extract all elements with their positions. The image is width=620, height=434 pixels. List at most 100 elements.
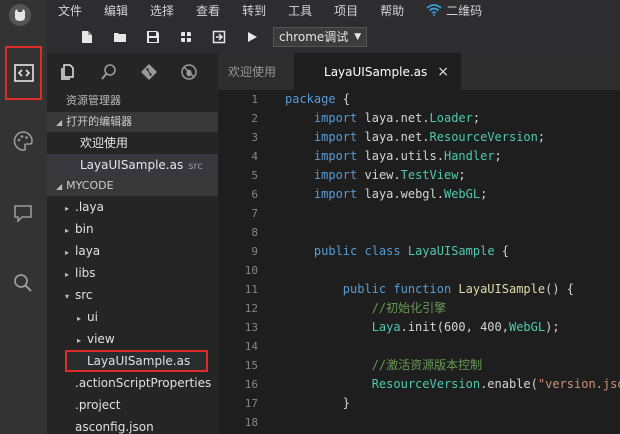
tree-item[interactable]: .actionScriptProperties — [47, 372, 218, 394]
line-number: 2 — [251, 112, 258, 125]
explorer-sidebar: 资源管理器 ◢ 打开的编辑器 欢迎使用 LayaUISample.as src ◢ M… — [47, 53, 218, 434]
tree-item[interactable]: ▸ .laya — [47, 196, 218, 218]
tree-item[interactable]: ▾ src — [47, 284, 218, 306]
tree-item[interactable]: ▸ bin — [47, 218, 218, 240]
line-number: 7 — [251, 207, 258, 220]
code-token: LayaUISample — [458, 282, 546, 296]
tree-item-label: ui — [87, 310, 98, 324]
laya-logo-icon — [9, 4, 31, 26]
code-token: ; — [458, 168, 466, 182]
line-number: 4 — [251, 150, 258, 163]
tab-welcome[interactable]: 欢迎使用 — [218, 53, 286, 90]
menu-edit[interactable]: 编辑 — [93, 2, 139, 19]
code-token: Handler — [443, 149, 495, 163]
sidebar-toolbar — [47, 53, 218, 90]
open-folder-button[interactable] — [108, 25, 132, 49]
menu-help[interactable]: 帮助 — [369, 2, 415, 19]
code-token: ; — [494, 149, 502, 163]
code-token: public function — [342, 282, 452, 296]
tree-item[interactable]: ▸ ui — [47, 306, 218, 328]
line-number-gutter: 1 2 3 4 5 6 7 8 9 10 11 12 13 14 15 16 17 18 — [218, 90, 268, 432]
code-editor[interactable]: 1 2 3 4 5 6 7 8 9 10 11 12 13 14 15 16 17 18 package { im… — [218, 90, 620, 434]
code-view-icon[interactable] — [5, 46, 42, 100]
git-icon[interactable] — [139, 62, 159, 82]
menu-qrcode[interactable]: 二维码 — [415, 2, 493, 19]
chevron-right-icon: ▸ — [65, 204, 70, 213]
menu-tools[interactable]: 工具 — [277, 2, 323, 19]
run-button[interactable] — [240, 25, 264, 49]
code-content[interactable]: package { import laya.net.Loader; import… — [285, 90, 620, 434]
menu-select[interactable]: 选择 — [139, 2, 185, 19]
toolbar: chrome调试 ▼ — [47, 20, 620, 53]
code-token: laya.webgl. — [357, 187, 444, 201]
code-line: ResourceVersion.enable("version.json" — [285, 375, 620, 394]
code-token: import — [313, 111, 358, 125]
menu-qrcode-label: 二维码 — [446, 3, 483, 18]
code-token: { — [494, 244, 509, 258]
line-number: 13 — [244, 321, 258, 334]
code-line: public class LayaUISample { — [285, 242, 620, 261]
tab-layauisample[interactable]: LayaUISample.as × — [294, 53, 461, 90]
code-token: laya.net. — [357, 130, 430, 144]
debug-target-select[interactable]: chrome调试 ▼ — [273, 26, 368, 47]
tree-item[interactable]: ▸ view — [47, 328, 218, 350]
comment-icon[interactable] — [6, 196, 40, 230]
code-line: public function LayaUISample() { — [285, 280, 620, 299]
menu-project[interactable]: 项目 — [323, 2, 369, 19]
chevron-right-icon: ▸ — [65, 226, 70, 235]
close-icon[interactable]: × — [437, 64, 449, 80]
code-token: laya.net. — [357, 111, 430, 125]
menu-file[interactable]: 文件 — [47, 2, 93, 19]
code-token: WebGL — [508, 320, 546, 334]
open-editor-item[interactable]: 欢迎使用 — [47, 132, 218, 154]
tree-item[interactable]: ▸ laya — [47, 240, 218, 262]
code-token: WebGL — [443, 187, 481, 201]
tree-item[interactable]: .project — [47, 394, 218, 416]
menu-view[interactable]: 查看 — [185, 2, 231, 19]
menu-bar: 文件 编辑 选择 查看 转到 工具 项目 帮助 二维码 — [47, 0, 620, 20]
search-icon[interactable] — [6, 266, 40, 300]
code-token: ; — [472, 111, 481, 125]
tree-item-label: src — [75, 288, 93, 302]
debug-icon[interactable] — [179, 62, 199, 82]
save-button[interactable] — [141, 25, 165, 49]
code-token: LayaUISample — [407, 244, 495, 258]
sidebar-title: 资源管理器 — [66, 94, 121, 107]
open-editors-header[interactable]: ◢ 打开的编辑器 — [47, 112, 218, 132]
tree-item-label: asconfig.json — [75, 420, 154, 434]
code-line: import laya.net.Loader; — [285, 109, 620, 128]
tree-item-label: laya — [75, 244, 101, 258]
new-file-button[interactable] — [75, 25, 99, 49]
design-palette-icon[interactable] — [6, 124, 40, 158]
tree-item[interactable]: asconfig.json — [47, 416, 218, 434]
code-token: Loader — [429, 111, 473, 125]
open-editor-item[interactable]: LayaUISample.as src — [47, 154, 218, 176]
chevron-right-icon: ▸ — [65, 270, 70, 279]
code-token: ); — [545, 320, 560, 334]
project-header[interactable]: ◢ MYCODE — [47, 176, 218, 196]
code-token: TestView — [400, 168, 459, 182]
new-file-icon — [82, 30, 92, 43]
code-token: .enable( — [480, 377, 538, 391]
line-number: 18 — [244, 416, 258, 429]
debug-target-value: chrome调试 — [279, 30, 349, 44]
tree-item-label: view — [87, 332, 115, 346]
menu-goto[interactable]: 转到 — [231, 2, 277, 19]
search-files-icon[interactable] — [99, 62, 119, 82]
line-number: 1 — [251, 93, 258, 106]
tree-item-label: .laya — [75, 200, 104, 214]
tree-item-selected-file[interactable]: LayaUISample.as — [47, 350, 218, 372]
compile-button[interactable] — [174, 25, 198, 49]
line-number: 14 — [244, 340, 258, 353]
chevron-right-icon: ▸ — [65, 248, 70, 257]
tree-item[interactable]: ▸ libs — [47, 262, 218, 284]
publish-button[interactable] — [207, 25, 231, 49]
chevron-right-icon: ▸ — [77, 314, 82, 323]
explorer-files-icon[interactable] — [59, 62, 79, 82]
